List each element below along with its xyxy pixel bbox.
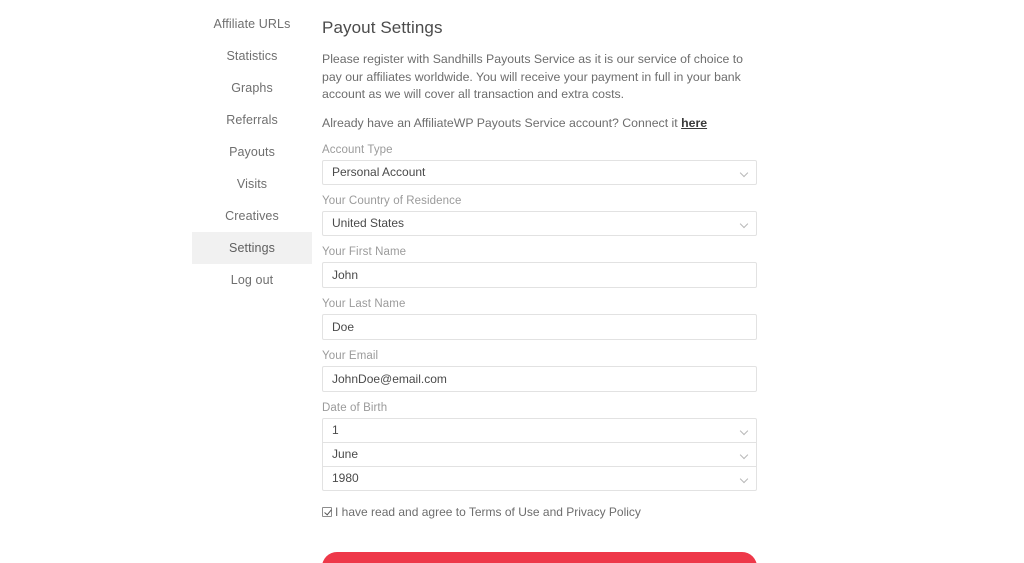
last-name-input[interactable]: Doe (322, 313, 757, 340)
dob-year-select[interactable]: 1980 (322, 465, 757, 491)
register-payouts-service-button[interactable]: REGISTER FOR PAYOUTS SERVICE (322, 551, 757, 563)
field-date-of-birth: Date of Birth 1 June 1980 (322, 402, 759, 491)
country-value: United States (332, 215, 405, 230)
first-name-label: Your First Name (322, 245, 407, 258)
sidebar-item-referrals[interactable]: Referrals (192, 104, 312, 136)
payout-settings-page: Affiliate URLs Statistics Graphs Referra… (0, 0, 1024, 563)
sidebar-item-visits[interactable]: Visits (192, 168, 312, 200)
field-last-name: Your Last Name Doe (322, 298, 759, 340)
dob-year-value: 1980 (332, 470, 359, 485)
first-name-input[interactable]: John (322, 261, 757, 288)
sidebar-nav: Affiliate URLs Statistics Graphs Referra… (192, 8, 312, 296)
field-account-type: Account Type Personal Account (322, 144, 759, 185)
intro-paragraph: Please register with Sandhills Payouts S… (322, 52, 744, 101)
field-first-name: Your First Name John (322, 246, 759, 288)
account-type-value: Personal Account (332, 164, 426, 179)
dob-month-value: June (332, 446, 359, 461)
email-value: JohnDoe@email.com (332, 371, 447, 386)
main-content: Payout Settings Please register with San… (322, 18, 759, 563)
sidebar-item-creatives[interactable]: Creatives (192, 200, 312, 232)
first-name-value: John (332, 267, 359, 282)
dob-month-select[interactable]: June (322, 441, 757, 467)
connect-here-link[interactable]: here (681, 116, 707, 130)
terms-row[interactable]: I have read and agree to Terms of Use an… (322, 505, 759, 519)
chevron-down-icon (741, 170, 748, 177)
account-type-label: Account Type (322, 143, 393, 156)
country-select[interactable]: United States (322, 210, 757, 236)
dob-day-value: 1 (332, 422, 339, 437)
terms-checkbox[interactable] (322, 506, 332, 517)
last-name-label: Your Last Name (322, 297, 406, 310)
chevron-down-icon (741, 452, 748, 459)
connect-account-text: Already have an AffiliateWP Payouts Serv… (322, 115, 682, 130)
field-email: Your Email JohnDoe@email.com (322, 350, 759, 392)
chevron-down-icon (741, 476, 748, 483)
sidebar-item-payouts[interactable]: Payouts (192, 136, 312, 168)
sidebar-item-settings[interactable]: Settings (192, 232, 312, 264)
field-country: Your Country of Residence United States (322, 195, 759, 236)
email-input[interactable]: JohnDoe@email.com (322, 365, 757, 392)
sidebar-item-graphs[interactable]: Graphs (192, 72, 312, 104)
country-label: Your Country of Residence (322, 194, 462, 207)
date-of-birth-group: 1 June 1980 (322, 417, 757, 491)
email-label: Your Email (322, 349, 379, 362)
chevron-down-icon (741, 428, 748, 435)
page-title: Payout Settings (322, 18, 443, 37)
terms-label: I have read and agree to Terms of Use an… (335, 504, 641, 519)
sidebar-item-statistics[interactable]: Statistics (192, 40, 312, 72)
account-type-select[interactable]: Personal Account (322, 159, 757, 185)
last-name-value: Doe (332, 319, 355, 334)
date-of-birth-label: Date of Birth (322, 401, 388, 414)
sidebar-item-log-out[interactable]: Log out (192, 264, 312, 296)
sidebar-item-affiliate-urls[interactable]: Affiliate URLs (192, 8, 312, 40)
connect-account-line: Already have an AffiliateWP Payouts Serv… (322, 115, 759, 132)
chevron-down-icon (741, 221, 748, 228)
dob-day-select[interactable]: 1 (322, 417, 757, 443)
